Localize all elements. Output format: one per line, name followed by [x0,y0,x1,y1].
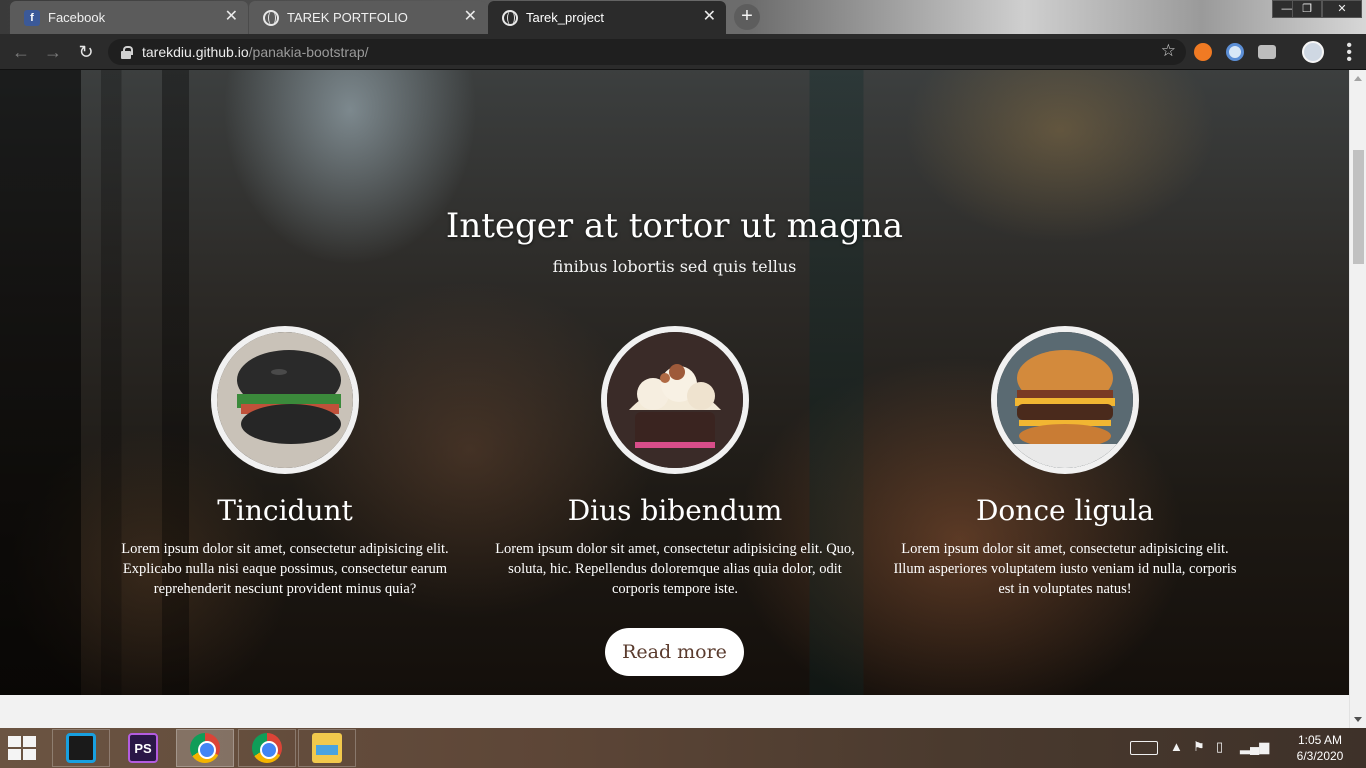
phpstorm-icon: PS [128,733,158,763]
tab-tarek-project[interactable]: Tarek_project ✕ [488,1,726,34]
feature-card: Dius bibendum Lorem ipsum dolor sit amet… [480,326,870,599]
tab-facebook[interactable]: f Facebook ✕ [10,1,248,34]
battery-icon[interactable]: ▯ [1216,739,1223,755]
tab-title: Tarek_project [526,10,605,25]
flag-icon[interactable]: ⚑ [1193,739,1205,755]
feature-title: Donce ligula [975,494,1154,527]
feature-text: Lorem ipsum dolor sit amet, consectetur … [121,541,449,597]
menu-kebab-icon[interactable]: • • • [1346,38,1352,68]
globe-icon [263,9,279,26]
globe-icon [502,9,518,26]
keyboard-icon[interactable] [1130,741,1158,755]
bookmark-star-icon[interactable]: ☆ [1161,41,1176,61]
feature-text: Lorem ipsum dolor sit amet, consectetur … [495,541,855,597]
tab-close-icon[interactable]: ✕ [225,9,238,25]
cheeseburger-image [991,326,1139,474]
windows-taskbar: PS ▲ ⚑ ▯ ▂▄▆ 🔈︎ 1:05 AM 6/3/2020 [0,728,1366,768]
cupcake-image [601,326,749,474]
volume-icon[interactable]: 🔈︎ [1264,739,1272,755]
page-viewport: Integer at tortor ut magna finibus lobor… [0,70,1349,728]
reload-icon[interactable]: ↻ [75,41,97,63]
taskbar-app-file-explorer[interactable] [298,729,356,767]
back-arrow-icon[interactable]: ← [10,41,32,63]
new-tab-button[interactable]: + [734,4,760,30]
folder-icon [312,733,342,763]
extension-icon[interactable] [1226,43,1244,61]
chrome-icon [252,733,282,763]
tab-close-icon[interactable]: ✕ [703,9,716,25]
chrome-icon [190,733,220,763]
scrollbar-thumb[interactable] [1353,150,1364,264]
read-more-button[interactable]: Read more [605,628,744,676]
restore-button[interactable]: ❐ [1292,0,1322,18]
url-host: tarekdiu.github.io [142,44,249,60]
windows-start-icon[interactable] [8,736,38,760]
camera-extension-icon[interactable] [1258,45,1276,59]
burger-image [211,326,359,474]
tab-title: TAREK PORTFOLIO [287,10,408,25]
clock-time: 1:05 AM [1297,733,1343,747]
profile-avatar-icon[interactable] [1302,41,1324,63]
taskbar-app-jetbrains[interactable] [52,729,110,767]
tab-close-icon[interactable]: ✕ [464,9,477,25]
clock-date: 6/3/2020 [1296,749,1344,763]
taskbar-app-phpstorm[interactable]: PS [114,729,172,767]
lock-icon [120,46,133,59]
extension-icon[interactable] [1194,43,1212,61]
close-window-button[interactable]: ✕ [1322,0,1362,18]
page-scrollbar[interactable] [1349,70,1366,728]
forward-arrow-icon[interactable]: → [42,41,64,63]
feature-title: Dius bibendum [567,494,783,527]
hero-subtitle: finibus lobortis sed quis tellus [552,257,797,276]
taskbar-app-chrome[interactable] [238,729,296,767]
taskbar-app-chrome[interactable] [176,729,234,767]
feature-text: Lorem ipsum dolor sit amet, consectetur … [893,541,1237,597]
tray-expand-icon[interactable]: ▲ [1170,739,1183,754]
url-path: /panakia-bootstrap/ [248,44,369,60]
feature-card: Donce ligula Lorem ipsum dolor sit amet,… [870,326,1260,599]
scroll-up-arrow-icon[interactable] [1354,76,1362,81]
system-clock[interactable]: 1:05 AM 6/3/2020 [1290,732,1350,764]
jetbrains-toolbox-icon [66,733,96,763]
tab-title: Facebook [48,10,106,25]
feature-title: Tincidunt [217,494,353,527]
facebook-icon: f [24,9,40,26]
address-bar[interactable]: tarekdiu.github.io/panakia-bootstrap/ ☆ [108,39,1186,65]
hero-section: Integer at tortor ut magna finibus lobor… [0,70,1349,695]
feature-card: Tincidunt Lorem ipsum dolor sit amet, co… [90,326,480,599]
tab-tarek-portfolio[interactable]: TAREK PORTFOLIO ✕ [249,1,487,34]
scroll-down-arrow-icon[interactable] [1354,717,1362,722]
tab-strip: f Facebook ✕ TAREK PORTFOLIO ✕ Tarek_pro… [0,0,1366,34]
browser-toolbar: ← → ↻ tarekdiu.github.io/panakia-bootstr… [0,34,1366,70]
hero-title: Integer at tortor ut magna [445,206,904,246]
